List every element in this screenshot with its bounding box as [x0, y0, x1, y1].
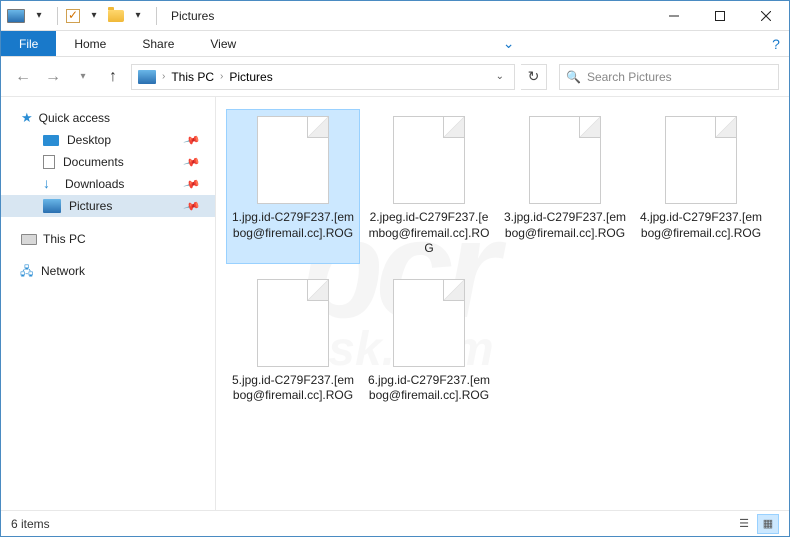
this-pc-label: This PC	[43, 232, 86, 246]
tab-view[interactable]: View	[192, 31, 254, 56]
network-label: Network	[41, 264, 85, 278]
ribbon-expand-icon[interactable]: ⌄	[496, 31, 522, 56]
pc-icon	[21, 234, 37, 245]
quick-access-toolbar: ▾ ▾ ▾	[7, 6, 161, 26]
ribbon: File Home Share View ⌄ ?	[1, 31, 789, 57]
qat-dropdown-icon[interactable]: ▾	[84, 6, 104, 26]
star-icon: ★	[21, 110, 33, 126]
file-icon	[393, 279, 465, 367]
pin-icon: 📌	[183, 197, 201, 215]
refresh-button[interactable]: ↻	[521, 64, 547, 90]
download-icon	[43, 177, 57, 191]
document-icon	[43, 155, 55, 169]
file-name: 2.jpeg.id-C279F237.[embog@firemail.cc].R…	[367, 210, 491, 257]
sidebar-item-label: Desktop	[67, 133, 111, 147]
close-button[interactable]	[743, 1, 789, 30]
file-icon	[257, 116, 329, 204]
window-title: Pictures	[171, 9, 214, 23]
file-icon	[529, 116, 601, 204]
file-item[interactable]: 5.jpg.id-C279F237.[embog@firemail.cc].RO…	[226, 272, 360, 411]
file-name: 4.jpg.id-C279F237.[embog@firemail.cc].RO…	[639, 210, 763, 241]
sidebar-item-documents[interactable]: Documents 📌	[1, 151, 215, 173]
file-list[interactable]: 1.jpg.id-C279F237.[embog@firemail.cc].RO…	[216, 97, 789, 510]
this-pc-header[interactable]: This PC	[1, 229, 215, 249]
file-name: 1.jpg.id-C279F237.[embog@firemail.cc].RO…	[231, 210, 355, 241]
back-button[interactable]: ←	[11, 65, 35, 89]
sidebar-item-desktop[interactable]: Desktop 📌	[1, 129, 215, 151]
desktop-icon	[43, 135, 59, 146]
chevron-right-icon[interactable]: ›	[162, 71, 165, 82]
search-icon: 🔍	[566, 70, 581, 84]
navigation-bar: ← → ▾ ↑ › This PC › Pictures ⌄ ↻ 🔍 Searc…	[1, 57, 789, 97]
sidebar-item-pictures[interactable]: Pictures 📌	[1, 195, 215, 217]
titlebar: ▾ ▾ ▾ Pictures	[1, 1, 789, 31]
qat-dropdown-icon[interactable]: ▾	[29, 6, 49, 26]
file-icon	[665, 116, 737, 204]
file-item[interactable]: 1.jpg.id-C279F237.[embog@firemail.cc].RO…	[226, 109, 360, 264]
sidebar-item-downloads[interactable]: Downloads 📌	[1, 173, 215, 195]
pin-icon: 📌	[183, 153, 201, 171]
location-icon	[138, 70, 156, 84]
network-icon	[21, 264, 35, 278]
app-icon	[7, 9, 25, 23]
file-item[interactable]: 2.jpeg.id-C279F237.[embog@firemail.cc].R…	[362, 109, 496, 264]
file-name: 6.jpg.id-C279F237.[embog@firemail.cc].RO…	[367, 373, 491, 404]
breadcrumb-this-pc[interactable]: This PC	[171, 70, 214, 84]
new-folder-icon[interactable]	[108, 10, 124, 22]
sidebar-item-label: Documents	[63, 155, 124, 169]
search-placeholder: Search Pictures	[587, 70, 672, 84]
window-controls	[651, 1, 789, 30]
qat-dropdown-icon[interactable]: ▾	[128, 6, 148, 26]
sidebar-item-label: Downloads	[65, 177, 124, 191]
forward-button[interactable]: →	[41, 65, 65, 89]
file-icon	[257, 279, 329, 367]
explorer-window: pcr risk.com ▾ ▾ ▾ Pictures File Home Sh…	[0, 0, 790, 537]
file-item[interactable]: 3.jpg.id-C279F237.[embog@firemail.cc].RO…	[498, 109, 632, 264]
details-view-button[interactable]: ☰	[733, 514, 755, 534]
network-header[interactable]: Network	[1, 261, 215, 281]
chevron-right-icon[interactable]: ›	[220, 71, 223, 82]
tab-home[interactable]: Home	[56, 31, 124, 56]
content-area: ★ Quick access Desktop 📌 Documents 📌 Dow…	[1, 97, 789, 510]
file-name: 5.jpg.id-C279F237.[embog@firemail.cc].RO…	[231, 373, 355, 404]
file-item[interactable]: 4.jpg.id-C279F237.[embog@firemail.cc].RO…	[634, 109, 768, 264]
breadcrumb-pictures[interactable]: Pictures	[229, 70, 272, 84]
properties-icon[interactable]	[66, 9, 80, 23]
status-bar: 6 items ☰ ▦	[1, 510, 789, 536]
minimize-button[interactable]	[651, 1, 697, 30]
navigation-pane: ★ Quick access Desktop 📌 Documents 📌 Dow…	[1, 97, 216, 510]
tab-share[interactable]: Share	[124, 31, 192, 56]
file-icon	[393, 116, 465, 204]
file-tab[interactable]: File	[1, 31, 56, 56]
quick-access-header[interactable]: ★ Quick access	[1, 107, 215, 129]
view-toggles: ☰ ▦	[733, 514, 779, 534]
separator	[156, 7, 157, 25]
pictures-icon	[43, 199, 61, 213]
file-name: 3.jpg.id-C279F237.[embog@firemail.cc].RO…	[503, 210, 627, 241]
maximize-button[interactable]	[697, 1, 743, 30]
search-input[interactable]: 🔍 Search Pictures	[559, 64, 779, 90]
file-item[interactable]: 6.jpg.id-C279F237.[embog@firemail.cc].RO…	[362, 272, 496, 411]
separator	[57, 7, 58, 25]
sidebar-item-label: Pictures	[69, 199, 112, 213]
quick-access-label: Quick access	[39, 111, 110, 125]
up-button[interactable]: ↑	[101, 65, 125, 89]
pin-icon: 📌	[183, 175, 201, 193]
address-bar[interactable]: › This PC › Pictures ⌄	[131, 64, 515, 90]
address-dropdown-icon[interactable]: ⌄	[492, 71, 508, 82]
help-icon[interactable]: ?	[763, 31, 789, 56]
pin-icon: 📌	[183, 131, 201, 149]
thumbnails-view-button[interactable]: ▦	[757, 514, 779, 534]
item-count: 6 items	[11, 517, 50, 531]
recent-dropdown-icon[interactable]: ▾	[71, 65, 95, 89]
